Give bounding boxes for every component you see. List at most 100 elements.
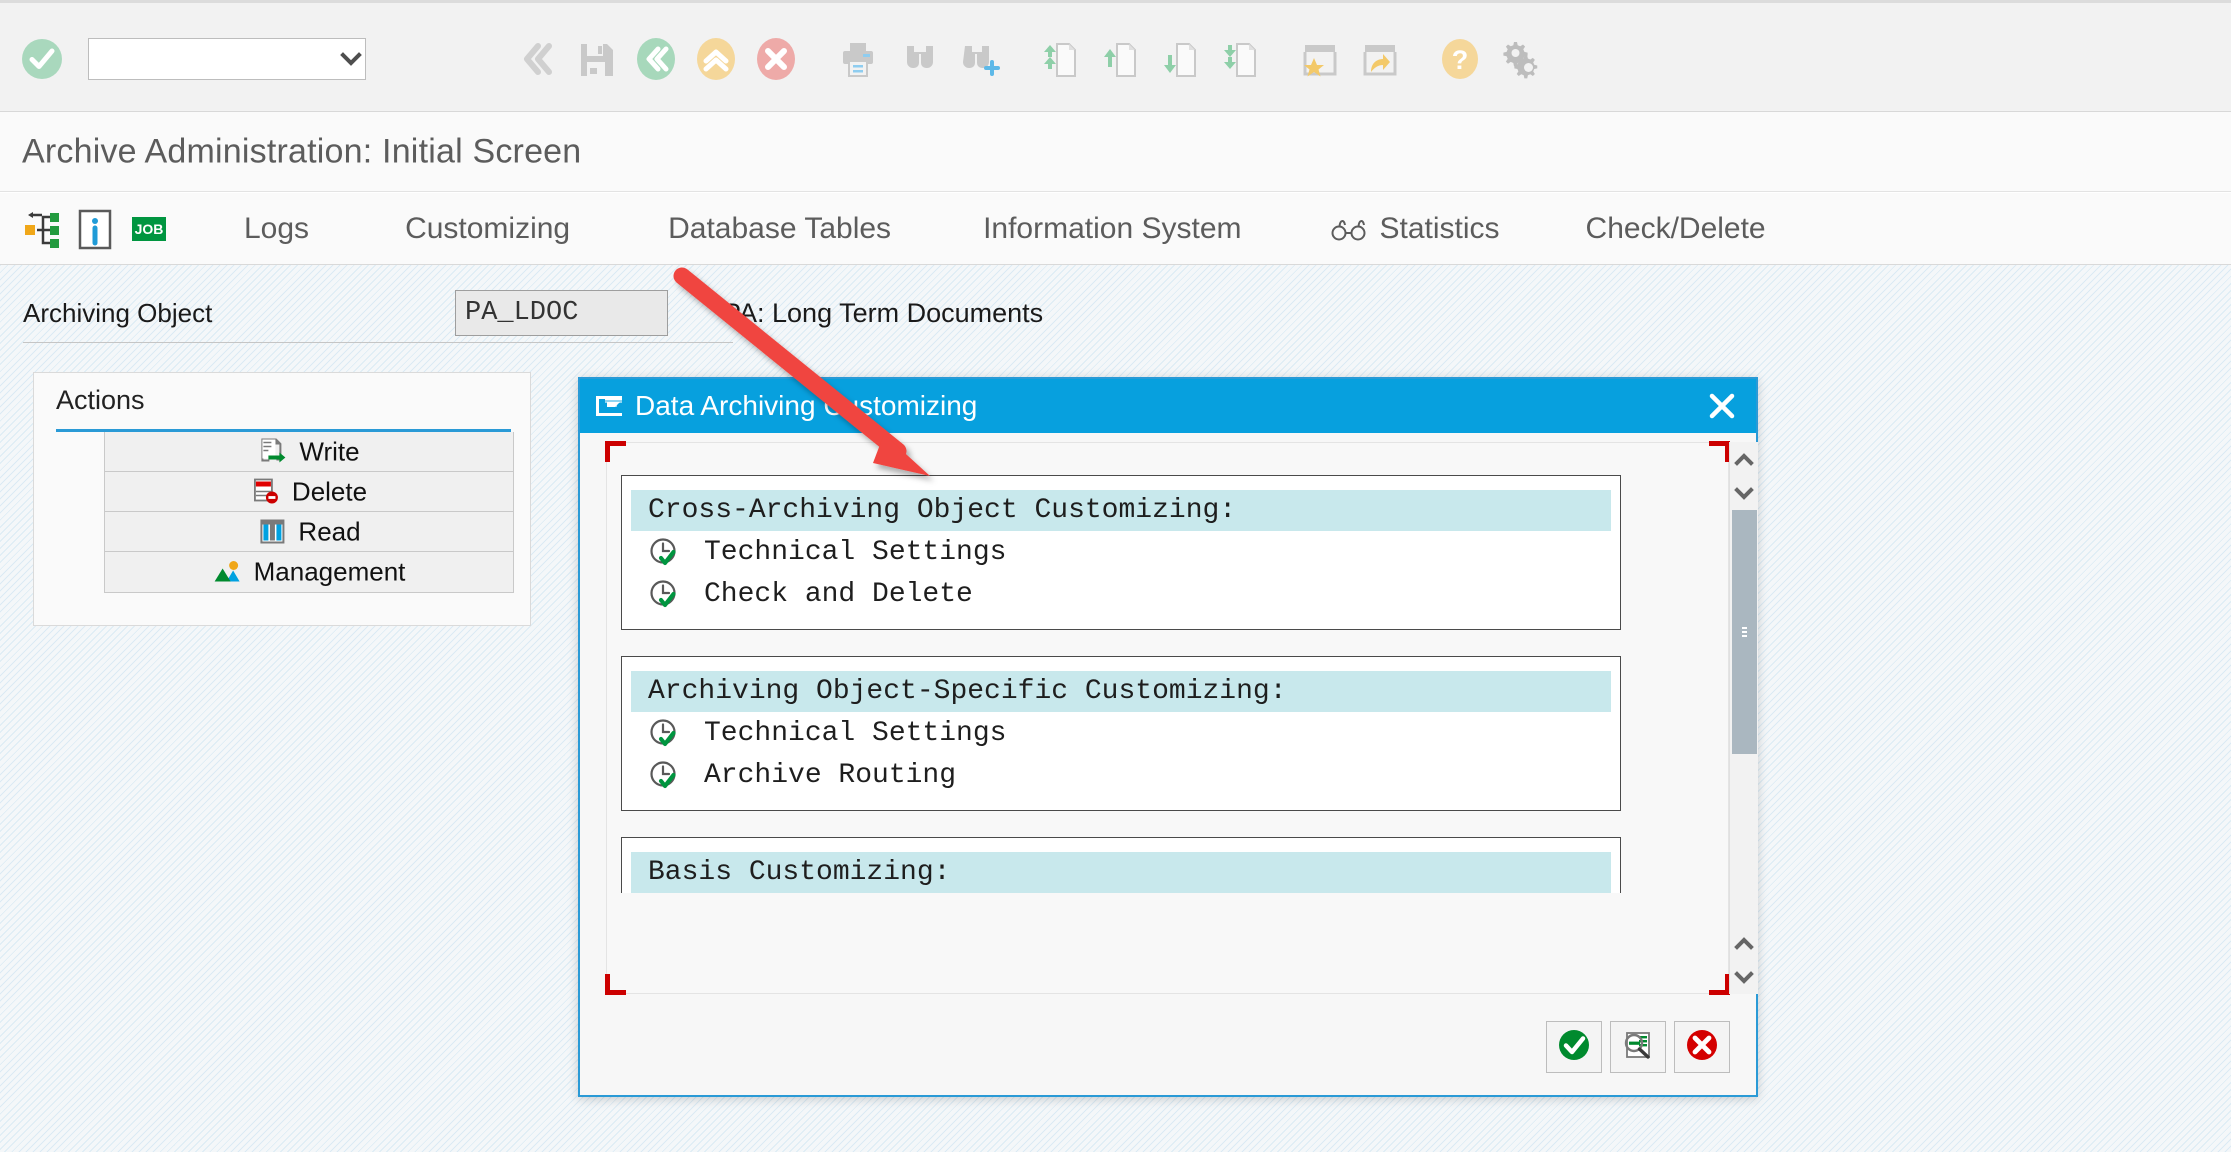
screen-title-bar: Archive Administration: Initial Screen: [0, 112, 2231, 192]
magnifier-list-icon: [1620, 1027, 1656, 1068]
system-toolbar: ?: [0, 0, 2231, 112]
customizing-item-technical-settings[interactable]: Technical Settings: [631, 712, 1611, 754]
close-icon[interactable]: [1702, 386, 1742, 426]
customizing-group-header: Cross-Archiving Object Customizing:: [631, 490, 1611, 531]
scrollbar-grip-icon: [1742, 626, 1747, 638]
clock-check-icon: [648, 577, 682, 611]
menu-item-logs[interactable]: Logs: [218, 202, 335, 256]
menu-item-database-tables[interactable]: Database Tables: [642, 202, 917, 256]
corner-marker-bottom-right: [1709, 974, 1730, 995]
chevron-down-icon[interactable]: [337, 39, 365, 79]
red-cancel-icon: [1684, 1027, 1720, 1068]
scroll-up-button[interactable]: [1730, 442, 1758, 476]
action-row-read-label: Read: [298, 516, 361, 546]
back-icon[interactable]: [628, 31, 684, 87]
menu-item-customizing[interactable]: Customizing: [379, 202, 596, 256]
help-icon[interactable]: ?: [1432, 31, 1488, 87]
scroll-down-button[interactable]: [1730, 476, 1758, 510]
previous-page-icon[interactable]: [1092, 31, 1148, 87]
action-row-write[interactable]: Write: [105, 432, 513, 472]
application-toolbar: JOB Logs Customizing Database Tables Inf…: [0, 193, 2231, 265]
customizing-item-check-and-delete[interactable]: Check and Delete: [631, 573, 1611, 615]
command-field[interactable]: [88, 38, 366, 80]
customizing-item-archive-routing[interactable]: Archive Routing: [631, 754, 1611, 796]
back-double-chevron-icon[interactable]: [508, 31, 564, 87]
scroll-page-up-button[interactable]: [1730, 926, 1758, 960]
action-row-write-label: Write: [299, 436, 360, 466]
find-next-icon[interactable]: [952, 31, 1008, 87]
menu-item-statistics[interactable]: Statistics: [1304, 202, 1526, 256]
menu-item-check-delete-label: Check/Delete: [1585, 211, 1766, 245]
archiving-object-input[interactable]: PA_LDOC: [455, 290, 668, 336]
confirm-enter-icon[interactable]: [14, 31, 70, 87]
menu-item-information-system-label: Information System: [983, 211, 1242, 245]
read-columns-icon: [257, 517, 287, 547]
menu-item-information-system[interactable]: Information System: [957, 202, 1267, 256]
save-icon[interactable]: [568, 31, 624, 87]
last-page-icon[interactable]: [1212, 31, 1268, 87]
svg-text:?: ?: [1452, 45, 1469, 75]
job-icon[interactable]: JOB: [122, 202, 176, 256]
actions-list: Write Delete Read Management: [104, 432, 514, 593]
customizing-group-basis: Basis Customizing:: [621, 837, 1621, 893]
scrollbar-track[interactable]: [1730, 510, 1758, 926]
corner-marker-top-right: [1709, 441, 1730, 462]
cancel-icon[interactable]: [748, 31, 804, 87]
vertical-scrollbar[interactable]: [1729, 442, 1758, 994]
action-row-management-label: Management: [253, 556, 406, 587]
archiving-object-row: Archiving Object PA_LDOC PA: Long Term D…: [0, 290, 1200, 344]
customizing-item-label: Check and Delete: [704, 578, 973, 610]
print-icon[interactable]: [830, 31, 886, 87]
create-favorite-icon[interactable]: [1292, 31, 1348, 87]
customizing-item-technical-settings[interactable]: Technical Settings: [631, 531, 1611, 573]
clock-check-icon: [648, 716, 682, 750]
actions-panel: Actions Write Delete Read Management: [33, 372, 531, 626]
action-row-read[interactable]: Read: [105, 512, 513, 552]
first-page-icon[interactable]: [1032, 31, 1088, 87]
dialog-footer: [1546, 1021, 1730, 1073]
page-title: Archive Administration: Initial Screen: [22, 132, 582, 170]
customize-local-layout-icon[interactable]: [1492, 31, 1548, 87]
archiving-object-label: Archiving Object: [23, 298, 213, 328]
dialog-title: Data Archiving Customizing: [635, 390, 978, 421]
menu-item-statistics-label: Statistics: [1379, 211, 1500, 245]
glasses-icon: [1330, 216, 1370, 242]
exit-icon[interactable]: [688, 31, 744, 87]
customizing-group-archiving-object-specific: Archiving Object-Specific Customizing: T…: [621, 656, 1621, 811]
delete-table-icon: [251, 477, 281, 507]
menu-item-database-tables-label: Database Tables: [668, 211, 892, 245]
actions-panel-title: Actions: [56, 385, 145, 415]
new-window-icon[interactable]: [1352, 31, 1408, 87]
field-underline: [23, 342, 733, 343]
dialog-content: Cross-Archiving Object Customizing: Tech…: [607, 443, 1689, 993]
scroll-page-down-button[interactable]: [1730, 960, 1758, 994]
green-check-icon: [1556, 1027, 1592, 1068]
display-button[interactable]: [1610, 1021, 1666, 1073]
continue-button[interactable]: [1546, 1021, 1602, 1073]
menu-item-check-delete[interactable]: Check/Delete: [1560, 202, 1792, 256]
next-page-icon[interactable]: [1152, 31, 1208, 87]
menu-item-customizing-label: Customizing: [405, 211, 571, 245]
action-row-delete-label: Delete: [291, 476, 368, 506]
action-row-delete[interactable]: Delete: [105, 472, 513, 512]
dialog-window-icon: [594, 393, 624, 419]
archiving-object-description: PA: Long Term Documents: [723, 298, 1044, 328]
management-mountain-icon: [213, 557, 243, 587]
menu-item-logs-label: Logs: [244, 211, 310, 245]
find-icon[interactable]: [892, 31, 948, 87]
data-archiving-customizing-dialog: Data Archiving Customizing Cross-Archivi…: [578, 377, 1758, 1097]
command-input[interactable]: [89, 39, 337, 79]
clock-check-icon: [648, 535, 682, 569]
cancel-button[interactable]: [1674, 1021, 1730, 1073]
scrollbar-thumb[interactable]: [1732, 510, 1757, 754]
dialog-titlebar: Data Archiving Customizing: [580, 379, 1756, 433]
clock-check-icon: [648, 758, 682, 792]
svg-text:JOB: JOB: [135, 221, 164, 237]
customizing-item-label: Archive Routing: [704, 759, 957, 791]
object-hierarchy-icon[interactable]: [14, 202, 68, 256]
customizing-item-label: Technical Settings: [704, 717, 1007, 749]
write-document-icon: [258, 437, 288, 467]
action-row-management[interactable]: Management: [105, 552, 513, 592]
info-icon[interactable]: [68, 202, 122, 256]
customizing-group-cross-archiving-object: Cross-Archiving Object Customizing: Tech…: [621, 475, 1621, 630]
